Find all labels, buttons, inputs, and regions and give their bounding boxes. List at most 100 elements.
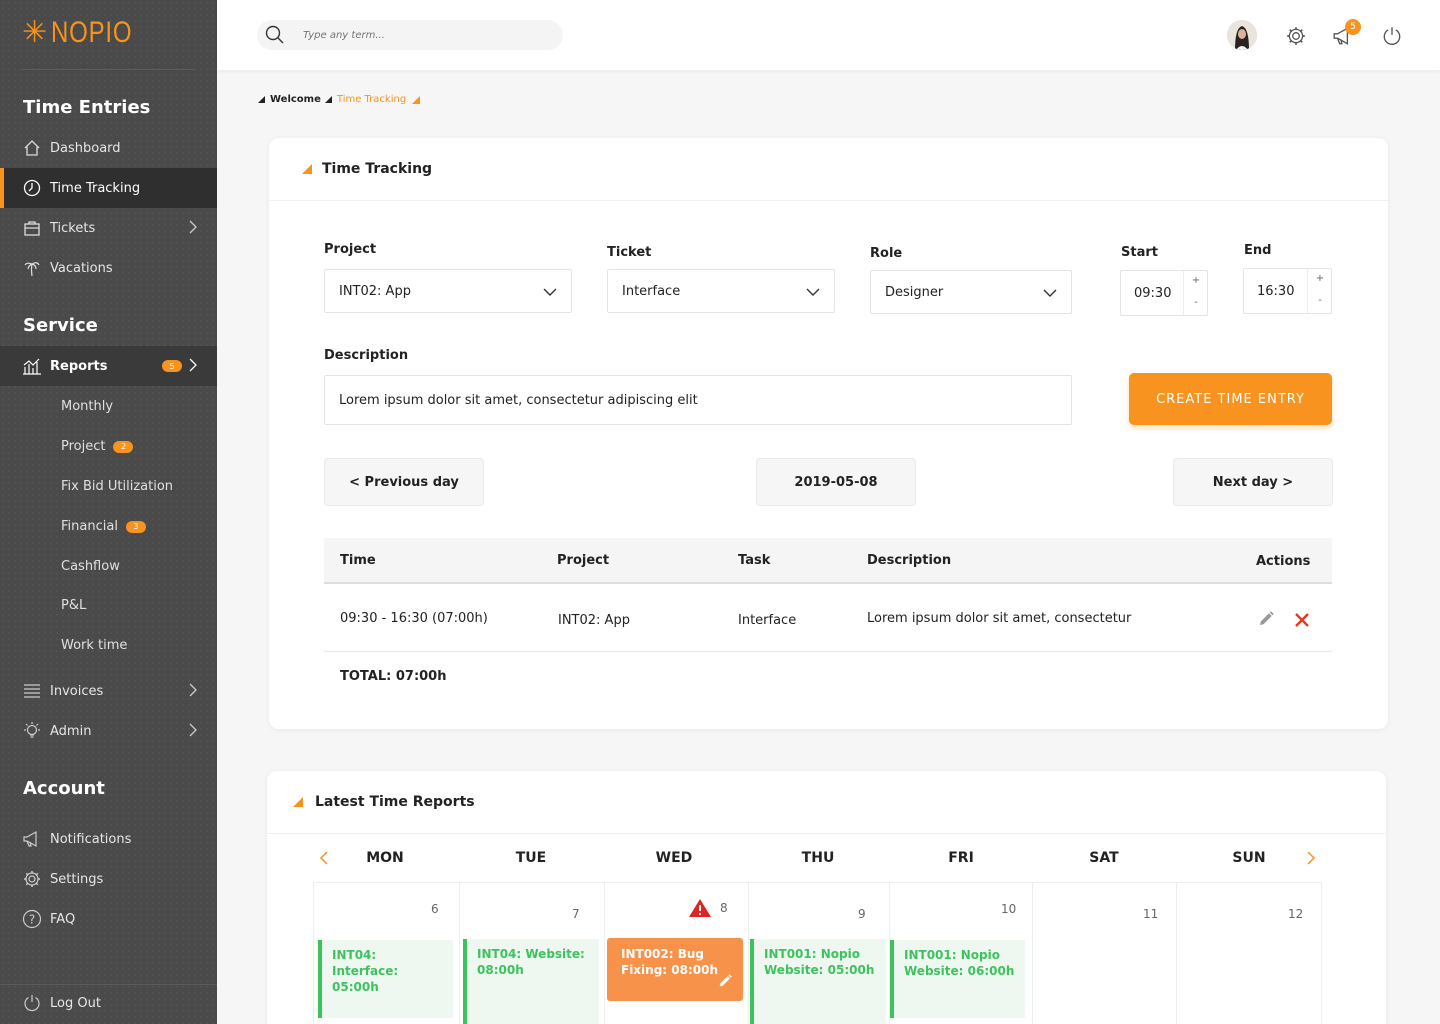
increment-button[interactable]: + [1184,275,1208,286]
logout-button[interactable]: Log Out [0,983,217,1023]
day-name-sat: SAT [1089,850,1119,866]
calendar-event-fri[interactable]: INT001: Nopio Website: 06:00h [890,940,1025,1018]
power-icon[interactable] [1381,25,1403,47]
notification-badge: 5 [1345,19,1361,35]
subitem-label: Financial [61,519,118,534]
calendar-event-mon[interactable]: INT04: Interface: 05:00h [318,940,453,1018]
edit-pencil-icon[interactable] [717,973,733,993]
sidebar-item-admin[interactable]: Admin [0,711,217,751]
sidebar-item-tickets[interactable]: Tickets [0,208,217,248]
row-task: Interface [738,613,797,628]
delete-x-icon[interactable] [1294,612,1310,632]
chevron-down-icon [543,285,557,300]
start-time-input[interactable]: 09:30 + - [1120,270,1208,316]
subitem-label: Project [61,439,106,454]
table-header-actions: Actions [1256,554,1311,569]
sidebar-item-time-tracking[interactable]: Time Tracking [0,168,217,208]
decrement-button[interactable]: - [1184,297,1208,308]
list-icon [22,681,42,701]
reports-badge: 5 [162,360,182,372]
table-header [324,538,1332,584]
sidebar-subitem-financial[interactable]: Financial 3 [61,519,146,534]
chevron-right-icon [189,723,197,741]
divider [324,651,1332,652]
ticket-value: Interface [622,283,681,299]
description-label: Description [324,348,409,363]
sidebar-item-label: Time Tracking [50,180,141,196]
create-time-entry-button[interactable]: CREATE TIME ENTRY [1129,373,1332,425]
warning-icon [688,898,712,922]
day-name-mon: MON [366,850,404,866]
gear-icon[interactable] [1285,25,1307,47]
sidebar-item-vacations[interactable]: Vacations [0,248,217,288]
sidebar-item-notifications[interactable]: Notifications [0,819,217,859]
clock-icon [22,178,42,198]
day-number: 9 [858,907,866,921]
role-label: Role [870,246,903,261]
calendar-day-cell[interactable] [1176,882,1322,1024]
sidebar-subitem-cashflow[interactable]: Cashflow [61,559,120,574]
sidebar-subitem-monthly[interactable]: Monthly [61,399,113,414]
home-icon [22,138,42,158]
table-total: TOTAL: 07:00h [340,669,447,684]
sidebar-item-label: Tickets [50,220,96,236]
sidebar-item-reports[interactable]: Reports 5 [0,346,217,386]
description-input[interactable]: Lorem ipsum dolor sit amet, consectetur … [324,375,1072,425]
start-time-value: 09:30 [1134,286,1172,301]
calendar-event-wed[interactable]: INT002: Bug Fixing: 08:00h [607,938,743,1001]
project-badge: 2 [113,440,134,453]
end-time-input[interactable]: 16:30 + - [1243,268,1332,314]
increment-button[interactable]: + [1308,273,1332,284]
chart-icon [22,356,42,376]
logo-text: NOPIO [51,16,133,49]
day-name-tue: TUE [515,850,547,866]
search-icon[interactable] [265,25,285,45]
logout-label: Log Out [50,995,101,1011]
lightbulb-icon [22,721,42,741]
power-icon [22,993,42,1013]
table-header-project: Project [557,553,610,568]
section-title-account: Account [23,778,105,799]
role-select[interactable]: Designer [870,270,1072,314]
decrement-button[interactable]: - [1308,295,1332,306]
avatar[interactable] [1227,20,1257,50]
search-bar[interactable] [257,20,563,50]
sidebar-item-settings[interactable]: Settings [0,859,217,899]
chevron-right-icon [189,220,197,238]
subitem-label: Cashflow [61,559,120,574]
day-number: 11 [1143,907,1159,921]
sidebar-subitem-project[interactable]: Project 2 [61,439,134,454]
sidebar-subitem-pl[interactable]: P&L [61,598,86,613]
day-name-fri: FRI [948,850,974,866]
calendar-event-thu[interactable]: INT001: Nopio Website: 05:00h [750,939,886,1024]
project-select[interactable]: INT02: App [324,269,572,313]
title-triangle-icon [302,164,312,174]
sidebar-item-invoices[interactable]: Invoices [0,671,217,711]
search-input[interactable] [303,29,533,41]
calendar-prev-icon[interactable] [319,850,329,869]
calendar-event-tue[interactable]: INT04: Website: 08:00h [463,939,599,1024]
sidebar: ✳ NOPIO Time Entries Dashboard Time Trac… [0,0,217,1024]
question-icon: ? [22,909,42,929]
current-date-display[interactable]: 2019-05-08 [756,458,916,506]
top-header: 5 [217,0,1440,70]
start-stepper: + - [1183,271,1207,315]
event-label: INT002: Bug Fixing: 08:00h [621,947,719,977]
edit-pencil-icon[interactable] [1257,610,1275,632]
calendar-next-icon[interactable] [1306,850,1316,869]
previous-day-button[interactable]: < Previous day [324,458,484,506]
breadcrumb-welcome[interactable]: Welcome [270,94,321,105]
sidebar-item-dashboard[interactable]: Dashboard [0,128,217,168]
ticket-select[interactable]: Interface [607,269,835,313]
card-title: Time Tracking [322,161,433,177]
sidebar-subitem-fix-bid[interactable]: Fix Bid Utilization [61,479,173,494]
megaphone-icon [22,829,42,849]
next-day-button[interactable]: Next day > [1173,458,1333,506]
sidebar-item-faq[interactable]: ? FAQ [0,899,217,939]
sidebar-subitem-work-time[interactable]: Work time [61,638,127,653]
logo[interactable]: ✳ NOPIO [22,16,153,50]
end-time-value: 16:30 [1257,284,1295,299]
breadcrumb: Welcome Time Tracking [258,94,421,105]
subitem-label: P&L [61,598,87,613]
calendar-day-cell[interactable] [1032,882,1176,1024]
